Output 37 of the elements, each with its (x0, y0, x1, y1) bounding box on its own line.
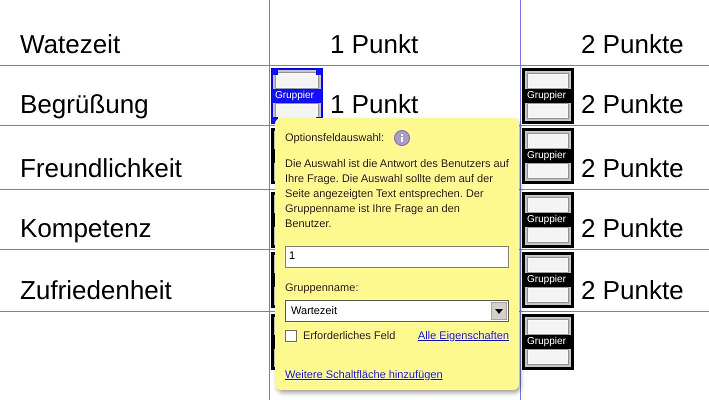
field-label: Gruppier (274, 91, 314, 101)
resize-handle[interactable] (316, 70, 321, 75)
radio-button-field[interactable]: Gruppier (522, 192, 574, 248)
cell-text: 1 Punkt (330, 91, 418, 117)
add-button-link[interactable]: Weitere Schaltfläche hinzufügen (285, 366, 443, 383)
dropdown-arrow-icon[interactable] (491, 302, 507, 320)
row-label: Zufriedenheit (20, 277, 172, 303)
field-label: Gruppier (526, 91, 566, 101)
row-label: Freundlichkeit (20, 155, 182, 181)
radio-button-field[interactable]: Gruppier (522, 68, 574, 124)
field-label: Gruppier (526, 275, 566, 285)
radio-button-field[interactable]: Gruppier (522, 128, 574, 184)
row-label: Kompetenz (20, 215, 152, 241)
all-properties-link[interactable]: Alle Eigenschaften (418, 328, 509, 344)
radio-button-field[interactable]: Gruppier (522, 252, 574, 308)
resize-handle[interactable] (273, 70, 278, 75)
help-text: Die Auswahl ist die Antwort des Benutzers auf Ihre Frage. Die Auswahl sollte dem auf der Seite angezeigten Text entsprechen. Der Gruppenname ist Ihre Frage an den Benutzer. (285, 156, 509, 232)
cell-text: 1 Punkt (330, 31, 418, 57)
field-label: Gruppier (526, 337, 566, 347)
info-icon (394, 130, 410, 146)
radio-button-field[interactable]: Gruppier (522, 314, 574, 370)
checkbox-label: Erforderliches Feld (303, 329, 396, 344)
field-label: Gruppier (526, 215, 566, 225)
popup-title: Optionsfeldauswahl: (285, 131, 384, 146)
cell-text: 2 Punkte (581, 31, 684, 57)
row-label: Watezeit (20, 31, 120, 57)
required-checkbox[interactable] (285, 330, 297, 342)
value-field[interactable]: 1 (285, 246, 509, 268)
group-name-dropdown[interactable]: Wartezeit (285, 300, 509, 322)
cell-text: 2 Punkte (581, 155, 684, 181)
field-label: Gruppier (526, 151, 566, 161)
row-label: Begrüßung (20, 91, 149, 117)
cell-text: 2 Punkte (581, 215, 684, 241)
radio-button-field[interactable]: Gruppier (271, 68, 323, 124)
cell-text: 2 Punkte (581, 91, 684, 117)
cell-text: 2 Punkte (581, 277, 684, 303)
field-label: Gruppenname: (285, 280, 360, 296)
